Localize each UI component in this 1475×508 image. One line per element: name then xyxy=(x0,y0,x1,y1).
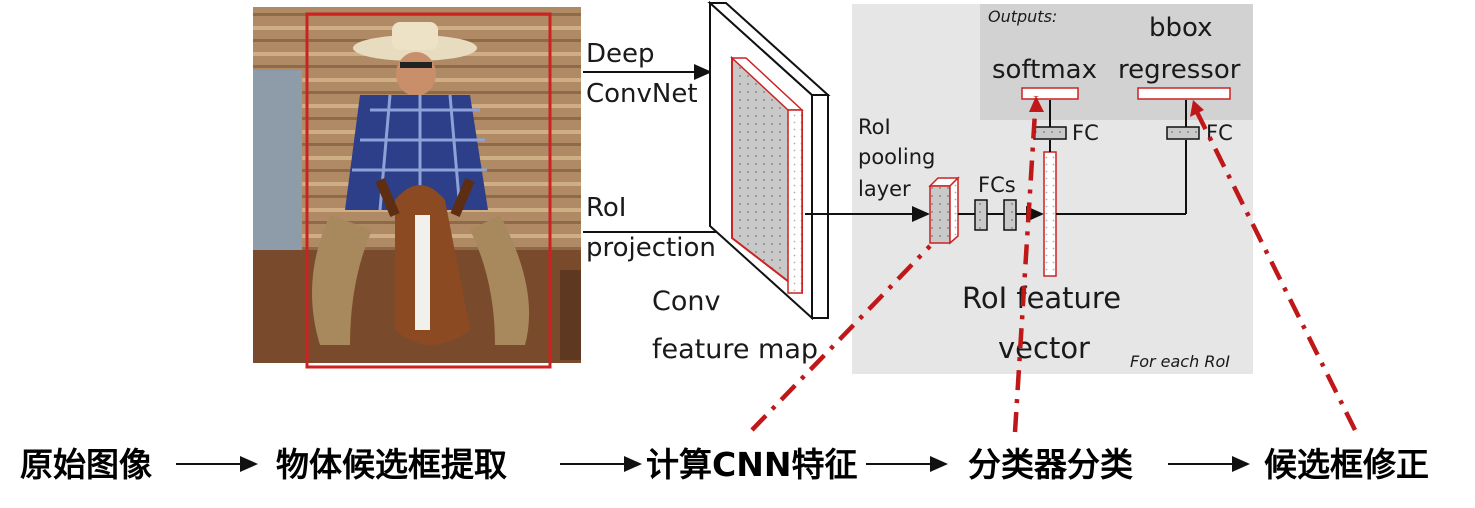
fast-rcnn-diagram: Deep ConvNet RoI projection Conv feature… xyxy=(20,0,1429,484)
feature-vector-label-line1: RoI feature xyxy=(962,281,1121,315)
pipeline-step-original-image: 原始图像 xyxy=(20,445,152,484)
fc-bbox-branch xyxy=(1166,126,1200,140)
fc-layer-1 xyxy=(974,199,988,231)
conv-feature-map xyxy=(707,0,831,321)
pipeline: 原始图像 物体候选框提取 计算CNN特征 分类器分类 候选框修正 xyxy=(20,445,1429,484)
deep-convnet-label-line2: ConvNet xyxy=(586,79,698,109)
fc-layer-2 xyxy=(1003,199,1017,231)
input-photo xyxy=(251,5,583,369)
fc-right-label: FC xyxy=(1206,121,1233,145)
roi-feature-vector xyxy=(1043,151,1057,277)
bbox-label: bbox xyxy=(1149,13,1213,43)
softmax-label: softmax xyxy=(992,55,1097,85)
fc-left-label: FC xyxy=(1072,121,1099,145)
conv-map-label-line1: Conv xyxy=(652,286,720,317)
pipeline-step-region-proposal: 物体候选框提取 xyxy=(276,445,507,484)
fcs-label: FCs xyxy=(978,173,1016,197)
pipeline-step-classification: 分类器分类 xyxy=(968,445,1133,484)
roi-pooling-label-line2: pooling xyxy=(858,145,935,169)
for-each-roi-label: For each RoI xyxy=(1130,352,1230,371)
softmax-output xyxy=(1021,87,1079,100)
roi-projection-label-line1: RoI xyxy=(586,193,626,223)
outputs-label: Outputs: xyxy=(988,7,1057,26)
bbox-regressor-output xyxy=(1137,87,1231,100)
roi-pooling-label-line1: RoI xyxy=(858,115,891,139)
roi-projection-label-line2: projection xyxy=(586,233,716,263)
roi-pooling-label-line3: layer xyxy=(858,177,911,201)
pipeline-step-box-refinement: 候选框修正 xyxy=(1264,445,1429,484)
conv-map-label-line2: feature map xyxy=(652,334,818,365)
feature-vector-label-line2: vector xyxy=(998,331,1090,365)
roi-pooled-feature xyxy=(928,176,960,245)
fc-softmax-branch xyxy=(1033,126,1067,140)
regressor-label: regressor xyxy=(1118,55,1241,85)
pipeline-step-cnn-features: 计算CNN特征 xyxy=(646,445,857,484)
deep-convnet-label-line1: Deep xyxy=(586,39,655,69)
